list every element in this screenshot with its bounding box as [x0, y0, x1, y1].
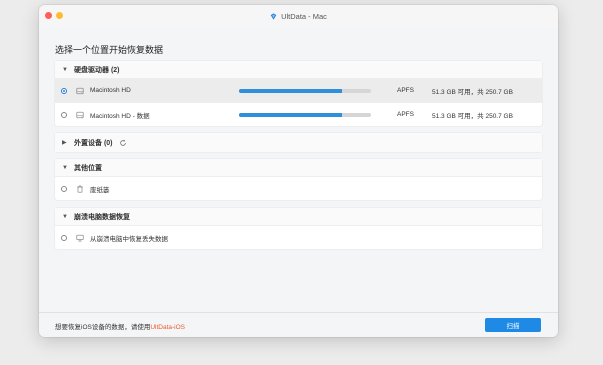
other-group-label: 其他位置 [74, 164, 102, 172]
caret-down-icon: ▼ [62, 66, 68, 73]
trash-label: 废纸篓 [90, 186, 110, 194]
disk-name: Macintosh HD [90, 87, 131, 94]
close-window-button[interactable] [45, 12, 52, 19]
crash-group-header[interactable]: ▼ 崩溃电脑数据恢复 [55, 208, 542, 225]
ultdata-logo-icon [270, 12, 277, 20]
app-window: UltData - Mac 选择一个位置开始恢复数据 ▼ 硬盘驱动器 (2) M… [39, 5, 558, 337]
radio-trash[interactable] [61, 185, 67, 192]
footer-message: 想要恢复iOS设备的数据，请使用 [55, 324, 151, 331]
minimize-window-button[interactable] [56, 12, 63, 19]
disk-name: Macintosh HD - 数据 [90, 112, 150, 120]
caret-down-icon: ▼ [62, 213, 68, 220]
title-bar: UltData - Mac [39, 5, 558, 27]
disk-row-macintosh-hd-data[interactable]: Macintosh HD - 数据 APFS 51.3 GB 可用，共 250.… [55, 102, 542, 126]
disk-capacity: 51.3 GB 可用，共 250.7 GB [432, 112, 513, 120]
crash-recovery-row[interactable]: 从崩溃电脑中恢复丢失数据 [55, 225, 542, 249]
refresh-icon[interactable] [119, 139, 127, 147]
crash-group-label: 崩溃电脑数据恢复 [74, 213, 130, 221]
page-heading: 选择一个位置开始恢复数据 [55, 45, 164, 55]
external-group: ▶ 外置设备 (0) [55, 133, 542, 152]
radio-macintosh-hd[interactable] [61, 87, 67, 94]
caret-right-icon: ▶ [62, 140, 67, 146]
ultdata-ios-link[interactable]: UltData-iOS [150, 324, 185, 331]
disk-usage-fill [239, 89, 342, 93]
window-title-group: UltData - Mac [270, 12, 327, 21]
radio-crash-recovery[interactable] [61, 234, 67, 241]
disk-filesystem: APFS [397, 111, 414, 118]
hard-drive-icon [76, 87, 84, 94]
footer-text: 想要恢复iOS设备的数据，请使用UltData-iOS [55, 321, 185, 331]
caret-down-icon: ▼ [62, 164, 68, 171]
crash-recovery-label: 从崩溃电脑中恢复丢失数据 [90, 235, 168, 243]
other-group: ▼ 其他位置 废纸篓 [55, 159, 542, 200]
hard-drive-icon [76, 111, 84, 118]
trash-icon [77, 184, 83, 193]
trash-row[interactable]: 废纸篓 [55, 176, 542, 200]
other-group-header[interactable]: ▼ 其他位置 [55, 159, 542, 176]
radio-macintosh-hd-data[interactable] [61, 111, 67, 118]
external-group-label: 外置设备 (0) [74, 139, 113, 147]
disk-usage-bar [239, 113, 371, 117]
external-group-header[interactable]: ▶ 外置设备 (0) [55, 133, 542, 152]
disks-group: ▼ 硬盘驱动器 (2) Macintosh HD APFS 51.3 GB 可用… [55, 61, 542, 126]
window-title: UltData - Mac [281, 11, 327, 21]
disk-usage-fill [239, 113, 342, 117]
disks-group-label: 硬盘驱动器 (2) [74, 66, 120, 74]
scan-button[interactable]: 扫描 [485, 318, 541, 332]
disk-filesystem: APFS [397, 87, 414, 94]
disk-usage-bar [239, 89, 371, 93]
disk-row-macintosh-hd[interactable]: Macintosh HD APFS 51.3 GB 可用，共 250.7 GB [55, 78, 542, 102]
disks-group-header[interactable]: ▼ 硬盘驱动器 (2) [55, 61, 542, 78]
monitor-icon [76, 234, 84, 241]
disk-capacity: 51.3 GB 可用，共 250.7 GB [432, 88, 513, 96]
footer-bar: 想要恢复iOS设备的数据，请使用UltData-iOS 扫描 [39, 312, 558, 337]
crash-group: ▼ 崩溃电脑数据恢复 从崩溃电脑中恢复丢失数据 [55, 208, 542, 249]
window-controls [45, 12, 63, 19]
